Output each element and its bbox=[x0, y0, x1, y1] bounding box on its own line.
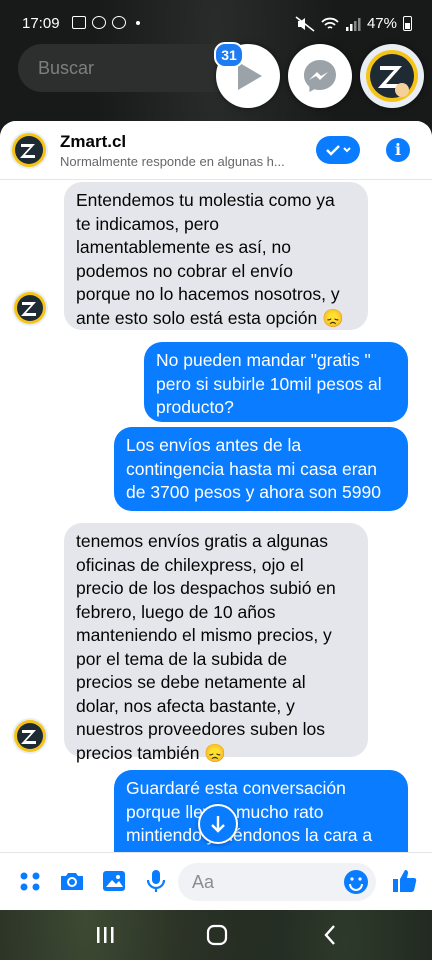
whatsapp-icon bbox=[92, 16, 106, 29]
unread-badge: 31 bbox=[214, 42, 244, 68]
arrow-down-icon bbox=[211, 816, 225, 833]
composer: Aa bbox=[0, 852, 432, 910]
clock: 17:09 bbox=[22, 15, 60, 32]
camera-icon[interactable] bbox=[58, 867, 86, 895]
message-outgoing[interactable]: Guardaré esta conversación porque llevan… bbox=[114, 770, 408, 852]
chat-header: Zmart.cl Normalmente responde en algunas… bbox=[0, 121, 432, 180]
chat-head-zmart[interactable] bbox=[360, 44, 424, 108]
message-outgoing[interactable]: Los envíos antes de la contingencia hast… bbox=[114, 427, 408, 511]
mute-icon bbox=[295, 15, 315, 32]
sender-avatar[interactable] bbox=[12, 290, 48, 326]
zmart-avatar-icon bbox=[14, 720, 46, 752]
zmart-avatar-icon bbox=[12, 133, 46, 167]
sender-avatar[interactable] bbox=[12, 718, 48, 754]
messenger-icon bbox=[304, 60, 336, 92]
chat-head-messenger[interactable] bbox=[288, 44, 352, 108]
contact-name[interactable]: Zmart.cl bbox=[60, 132, 126, 152]
system-nav-bar bbox=[0, 910, 432, 960]
microphone-icon[interactable] bbox=[142, 867, 170, 895]
notification-icons bbox=[72, 16, 140, 29]
wifi-icon bbox=[321, 17, 339, 29]
message-list: Entendemos tu molestia como ya te indica… bbox=[0, 180, 432, 852]
menu-dots-icon[interactable] bbox=[16, 867, 44, 895]
play-icon bbox=[238, 62, 262, 90]
status-bar: 17:09 47% bbox=[0, 0, 432, 48]
like-icon[interactable] bbox=[390, 867, 418, 895]
emoji-icon[interactable] bbox=[342, 868, 370, 896]
recent-apps-icon[interactable] bbox=[92, 922, 118, 948]
zmart-logo-icon bbox=[366, 50, 418, 102]
checkmark-chevron-icon bbox=[326, 145, 351, 156]
home-icon[interactable] bbox=[204, 922, 230, 948]
avatar[interactable] bbox=[10, 131, 48, 169]
messenger-notif-icon bbox=[112, 16, 126, 29]
scroll-to-bottom-button[interactable] bbox=[198, 804, 238, 844]
message-incoming[interactable]: tenemos envíos gratis a algunas oficinas… bbox=[64, 523, 368, 763]
info-icon[interactable]: i bbox=[386, 138, 410, 162]
message-incoming[interactable]: Entendemos tu molestia como ya te indica… bbox=[64, 182, 368, 330]
response-time: Normalmente responde en algunas h... bbox=[60, 154, 285, 169]
zmart-avatar-icon bbox=[14, 292, 46, 324]
message-outgoing[interactable]: No pueden mandar "gratis " pero si subir… bbox=[144, 342, 408, 422]
chat-head-play[interactable]: 31 bbox=[214, 42, 280, 108]
chat-window: Zmart.cl Normalmente responde en algunas… bbox=[0, 121, 432, 910]
signal-icon bbox=[345, 17, 361, 31]
battery-percent: 47% bbox=[366, 15, 397, 32]
gallery-icon bbox=[72, 16, 86, 29]
system-icons: 47% bbox=[295, 15, 412, 32]
mark-done-button[interactable] bbox=[316, 136, 360, 164]
battery-icon bbox=[403, 16, 412, 31]
more-notifications-icon bbox=[136, 20, 140, 25]
gallery-icon[interactable] bbox=[100, 867, 128, 895]
back-icon[interactable] bbox=[318, 922, 344, 948]
